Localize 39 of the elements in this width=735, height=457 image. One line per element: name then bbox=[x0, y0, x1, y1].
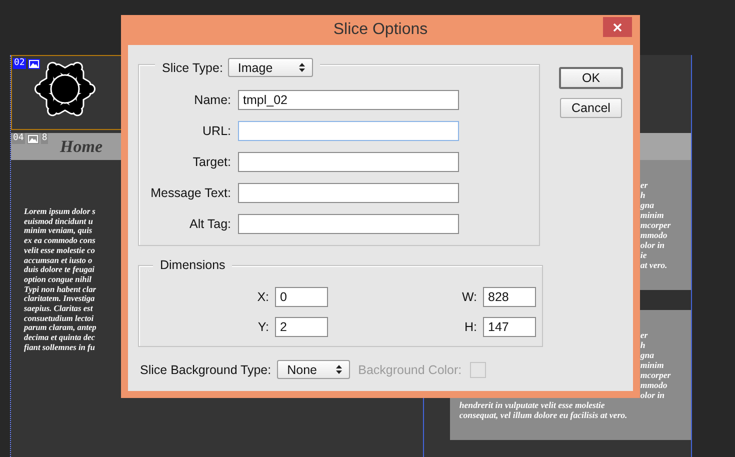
ok-button[interactable]: OK bbox=[559, 67, 623, 89]
close-button[interactable] bbox=[603, 17, 632, 37]
slice-badge: 04 8 bbox=[12, 133, 48, 144]
field-label: Slice Type: bbox=[162, 60, 223, 74]
nav-label: Home bbox=[60, 136, 102, 156]
body-paragraph: Lorem ipsum dolor s euismod tincidunt u minim veniam, quis ex ea commodo cons velit esse molestie co accumsan et iusto o duis dolore te feugai option congue nihil Typi non habent clar claritatem. Investiga saepius. Claritas est consuetudium lectoi parum claram, antep decima et quinta dec fiant sollemnes in fu bbox=[24, 207, 98, 353]
field-label: Background Color: bbox=[358, 362, 462, 376]
number-field[interactable]: 828 bbox=[483, 287, 536, 307]
text-field[interactable] bbox=[238, 214, 459, 234]
color-swatch[interactable] bbox=[470, 362, 486, 378]
group-title: Dimensions bbox=[160, 258, 226, 272]
close-icon bbox=[613, 22, 622, 32]
field-label: Name: bbox=[193, 93, 231, 107]
image-icon bbox=[28, 58, 40, 68]
spinner-arrows-icon bbox=[298, 63, 305, 72]
field-label: URL: bbox=[202, 124, 231, 138]
number-field[interactable]: 0 bbox=[275, 287, 328, 307]
field-label: Slice Background Type: bbox=[140, 362, 272, 376]
cancel-button[interactable]: Cancel bbox=[560, 98, 622, 118]
field-label: Target: bbox=[192, 155, 231, 169]
dialog-title: Slice Options bbox=[333, 21, 428, 39]
text-field[interactable]: tmpl_02 bbox=[238, 90, 459, 110]
text-field[interactable] bbox=[238, 152, 459, 172]
slice-type-dropdown[interactable]: Image bbox=[228, 58, 313, 77]
text-field[interactable] bbox=[238, 183, 459, 203]
field-label: Alt Tag: bbox=[188, 217, 231, 231]
field-label: W: bbox=[460, 290, 477, 304]
spinner-arrows-icon bbox=[336, 365, 342, 374]
body-paragraph: hendrerit in vulputate velit esse molestie consequat, vel illum dolore eu facilisis at vero. bbox=[459, 400, 628, 420]
field-label: H: bbox=[464, 320, 477, 334]
number-field[interactable]: 147 bbox=[483, 317, 536, 337]
number-field[interactable]: 2 bbox=[275, 317, 328, 337]
text-field[interactable] bbox=[238, 121, 459, 141]
text-fragment: er h gna minim mcorper mmodo olor in bbox=[640, 330, 671, 400]
text-fragment: er h gna minim mcorper mmodo olor in ie at vero. bbox=[640, 180, 671, 270]
field-label: Message Text: bbox=[150, 186, 231, 200]
field-label: Y: bbox=[256, 320, 269, 334]
slice-badge: 02 bbox=[13, 58, 40, 69]
field-label: X: bbox=[256, 290, 269, 304]
